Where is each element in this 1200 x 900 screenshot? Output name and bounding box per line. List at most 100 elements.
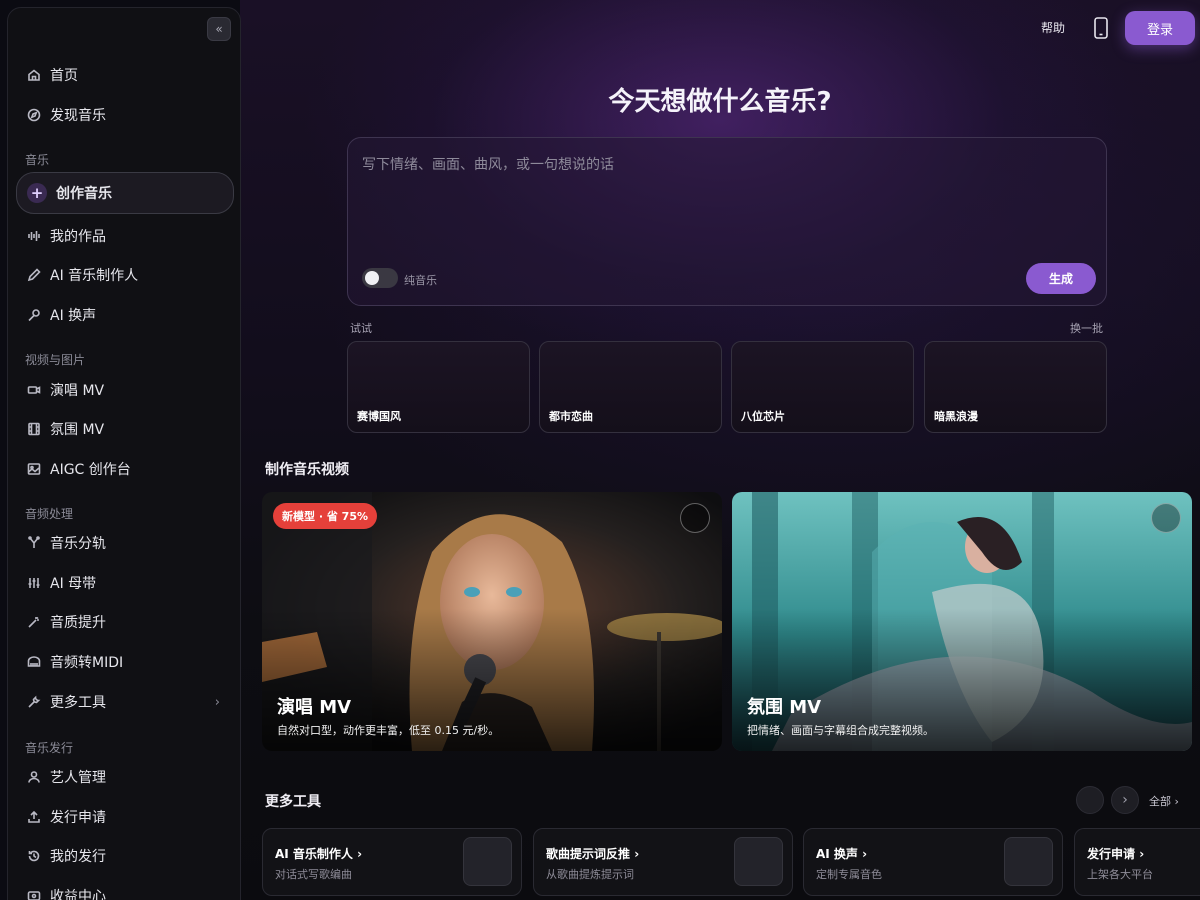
pen-icon — [27, 268, 41, 282]
sidebar-item-label: AI 换声 — [50, 308, 97, 324]
sidebar-item-mood-mv[interactable]: 氛围 MV — [16, 411, 234, 447]
microphone-icon — [27, 308, 41, 322]
tool-card-title-text: 歌曲提示词反推 — [546, 847, 631, 861]
tool-card-description: 定制专属音色 — [816, 868, 882, 881]
tool-card-title-text: AI 换声 — [816, 847, 858, 861]
try-label: 试试 — [350, 322, 372, 335]
scroll-right-button[interactable]: › — [1111, 786, 1139, 814]
scroll-left-button[interactable] — [1076, 786, 1104, 814]
tool-card[interactable]: AI 换声 › 定制专属音色 — [803, 828, 1063, 896]
sidebar-item-ai-mastering[interactable]: AI 母带 — [16, 565, 234, 601]
sidebar-item-my-releases[interactable]: 我的发行 — [16, 838, 234, 874]
view-all-link[interactable]: 全部 › — [1149, 793, 1179, 809]
home-icon — [27, 68, 41, 82]
instrumental-toggle-label: 纯音乐 — [404, 274, 437, 287]
sidebar-item-discover[interactable]: 发现音乐 — [16, 97, 234, 133]
select-circle-icon[interactable] — [1151, 503, 1181, 533]
tool-card-description: 上架各大平台 — [1087, 868, 1153, 881]
generate-button[interactable]: 生成 — [1026, 263, 1096, 294]
sidebar-item-label: 我的发行 — [50, 849, 106, 865]
sidebar-item-label: AI 音乐制作人 — [50, 268, 139, 284]
style-card-label: 八位芯片 — [741, 410, 785, 423]
singing-mv-card[interactable]: 新模型 · 省 75% 演唱 MV 自然对口型，动作更丰富，低至 0.15 元/… — [262, 492, 722, 751]
tool-card-description: 对话式写歌编曲 — [275, 868, 352, 881]
tool-card-title: 发行申请 › — [1087, 847, 1145, 861]
style-card-label: 暗黑浪漫 — [934, 410, 978, 423]
sidebar-item-label: 创作音乐 — [56, 186, 112, 202]
style-card-label: 赛博国风 — [357, 410, 401, 423]
plus-icon: + — [27, 183, 47, 203]
style-card[interactable]: 都市恋曲 — [539, 341, 722, 433]
instrumental-toggle[interactable] — [362, 268, 398, 288]
piano-icon — [27, 655, 41, 669]
magic-wand-icon — [27, 615, 41, 629]
new-model-badge: 新模型 · 省 75% — [273, 503, 377, 529]
prompt-input[interactable] — [362, 154, 1082, 244]
help-link[interactable]: 帮助 — [1041, 19, 1065, 36]
sidebar-item-home[interactable]: 首页 — [16, 57, 234, 93]
tools-section-title: 更多工具 — [265, 794, 321, 810]
refresh-styles-link[interactable]: 换一批 — [1070, 320, 1103, 336]
sidebar-item-ai-voice-swap[interactable]: AI 换声 — [16, 297, 234, 333]
waveform-icon — [27, 229, 41, 243]
mv-card-title: 演唱 MV — [277, 697, 352, 718]
mv-card-title: 氛围 MV — [747, 697, 822, 718]
chevron-right-icon: › — [1122, 792, 1128, 808]
sidebar-item-label: 音乐分轨 — [50, 536, 106, 552]
compass-icon — [27, 108, 41, 122]
sidebar-item-label: 音频转MIDI — [50, 655, 124, 671]
sidebar: « 首页 发现音乐 音乐 + 创作音乐 我的作品 AI 音乐制作人 AI 换声 … — [7, 7, 241, 900]
history-icon — [27, 849, 41, 863]
mv-card-description: 把情绪、画面与字幕组合成完整视频。 — [747, 724, 934, 737]
mv-card-description: 自然对口型，动作更丰富，低至 0.15 元/秒。 — [277, 724, 500, 737]
tool-card-title-text: AI 音乐制作人 — [275, 847, 353, 861]
tool-card-title: AI 音乐制作人 › — [275, 847, 363, 861]
tool-card-thumbnail — [463, 837, 512, 886]
mv-section-title: 制作音乐视频 — [265, 462, 349, 478]
section-label-release: 音乐发行 — [25, 741, 74, 755]
mood-mv-card[interactable]: 氛围 MV 把情绪、画面与字幕组合成完整视频。 — [732, 492, 1192, 751]
sidebar-item-ai-producer[interactable]: AI 音乐制作人 — [16, 257, 234, 293]
sidebar-item-label: 发行申请 — [50, 810, 106, 826]
style-card[interactable]: 赛博国风 — [347, 341, 530, 433]
chevron-right-icon: › — [214, 694, 220, 710]
sidebar-item-artist-management[interactable]: 艺人管理 — [16, 759, 234, 795]
sidebar-item-quality-boost[interactable]: 音质提升 — [16, 604, 234, 640]
sidebar-item-revenue-center[interactable]: 收益中心 — [16, 878, 234, 900]
select-circle-icon[interactable] — [680, 503, 710, 533]
sidebar-item-aigc-studio[interactable]: AIGC 创作台 — [16, 451, 234, 487]
tool-card-title-text: 发行申请 — [1087, 847, 1136, 861]
style-card-label: 都市恋曲 — [549, 410, 593, 423]
tool-card[interactable]: 歌曲提示词反推 › 从歌曲提炼提示词 — [533, 828, 793, 896]
collapse-sidebar-button[interactable]: « — [207, 17, 231, 41]
sidebar-item-my-works[interactable]: 我的作品 — [16, 218, 234, 254]
sidebar-item-create-music[interactable]: + 创作音乐 — [16, 172, 234, 214]
tool-card-thumbnail — [734, 837, 783, 886]
sidebar-item-label: 演唱 MV — [50, 383, 105, 399]
sidebar-item-release-request[interactable]: 发行申请 — [16, 799, 234, 835]
sidebar-item-label: 首页 — [50, 68, 78, 84]
film-icon — [27, 422, 41, 436]
login-button[interactable]: 登录 — [1125, 11, 1195, 45]
sidebar-item-more-tools[interactable]: 更多工具 › — [16, 684, 234, 720]
tool-card-title: 歌曲提示词反推 › — [546, 847, 640, 861]
sidebar-item-label: 收益中心 — [50, 889, 106, 900]
tool-card[interactable]: AI 音乐制作人 › 对话式写歌编曲 — [262, 828, 522, 896]
wallet-icon — [27, 889, 41, 900]
video-icon — [27, 383, 41, 397]
sliders-icon — [27, 576, 41, 590]
image-icon — [27, 462, 41, 476]
sidebar-item-singing-mv[interactable]: 演唱 MV — [16, 372, 234, 408]
sidebar-item-stem-split[interactable]: 音乐分轨 — [16, 525, 234, 561]
tool-card[interactable]: 发行申请 › 上架各大平台 — [1074, 828, 1200, 896]
style-card[interactable]: 八位芯片 — [731, 341, 914, 433]
sidebar-item-label: 发现音乐 — [50, 108, 106, 124]
sidebar-item-label: 氛围 MV — [50, 422, 105, 438]
mobile-phone-icon[interactable] — [1093, 17, 1109, 39]
style-card[interactable]: 暗黑浪漫 — [924, 341, 1107, 433]
sidebar-item-label: 音质提升 — [50, 615, 106, 631]
tool-card-thumbnail — [1004, 837, 1053, 886]
tool-card-title: AI 换声 › — [816, 847, 868, 861]
sidebar-item-label: AIGC 创作台 — [50, 462, 131, 478]
sidebar-item-audio-to-midi[interactable]: 音频转MIDI — [16, 644, 234, 680]
